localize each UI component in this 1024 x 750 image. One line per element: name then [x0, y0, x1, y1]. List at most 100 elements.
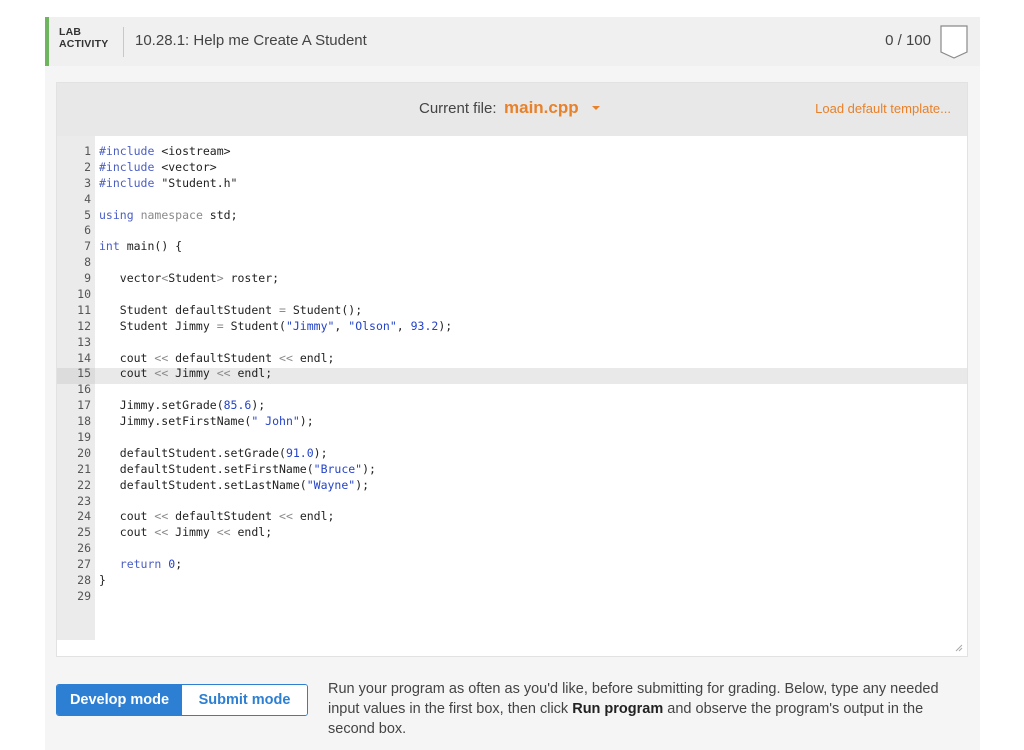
code-token: defaultStudent [168, 509, 280, 524]
code-text-area[interactable]: 1 #include <iostream> 2 #include <vector> 3 #… [57, 136, 967, 656]
code-token: Jimmy [168, 366, 217, 381]
line-number: 28 [77, 573, 91, 588]
code-line: 7 int main() { [57, 239, 967, 255]
code-line: 10 [57, 287, 967, 303]
code-token: int [99, 239, 120, 254]
line-number: 8 [84, 255, 91, 270]
develop-mode-button[interactable]: Develop mode [57, 685, 182, 715]
code-line: 5 using namespace std; [57, 208, 967, 224]
current-file-label: Current file: [419, 100, 497, 117]
code-token: , [334, 318, 349, 333]
code-token: cout [99, 350, 155, 365]
code-token: << [154, 525, 169, 540]
code-token: cout [99, 509, 155, 524]
code-line: 20 defaultStudent.setGrade(91.0); [57, 446, 967, 462]
code-token: "Bruce" [313, 461, 363, 476]
line-number: 16 [77, 382, 91, 397]
line-number: 1 [84, 144, 91, 158]
code-source: } [99, 573, 106, 589]
line-number: 26 [77, 541, 91, 556]
code-token: "Student.h" [154, 175, 238, 190]
code-token: defaultStudent.setLastName( [99, 477, 307, 492]
code-line: 11 Student defaultStudent = Student(); [57, 303, 967, 319]
code-line: 6 [57, 223, 967, 239]
code-token: defaultStudent [168, 350, 280, 365]
line-number: 15 [77, 366, 91, 381]
line-number: 29 [77, 588, 91, 603]
code-token: "Wayne" [306, 477, 356, 492]
code-token: << [216, 525, 231, 540]
code-line: 12 Student Jimmy = Student("Jimmy", "Ols… [57, 319, 967, 335]
line-number: 18 [77, 414, 91, 429]
lab-label-line2: ACTIVITY [59, 38, 109, 50]
code-line: 4 [57, 192, 967, 208]
line-number: 5 [84, 207, 91, 222]
code-token: #include [99, 159, 155, 174]
code-source: defaultStudent.setFirstName("Bruce"); [99, 462, 376, 478]
code-line: 27 return 0; [57, 557, 967, 573]
code-token: << [279, 350, 293, 365]
code-line: 24 cout << defaultStudent << endl; [57, 509, 967, 525]
code-line: 16 [57, 382, 967, 398]
code-line: 28} [57, 573, 967, 589]
code-token: endl; [230, 525, 273, 540]
lab-header: LAB ACTIVITY 10.28.1: Help me Create A S… [45, 17, 980, 66]
code-token: ); [438, 318, 453, 333]
code-token: main() { [119, 239, 183, 254]
code-token: , [396, 318, 411, 333]
code-token: > [216, 271, 224, 286]
code-token: ); [299, 414, 314, 429]
code-token: << [154, 350, 169, 365]
code-token: << [154, 509, 169, 524]
code-token: ); [362, 461, 376, 476]
code-token: } [99, 573, 106, 588]
code-token: cout [99, 525, 155, 540]
score-text: 0 / 100 [885, 32, 931, 49]
submit-mode-button[interactable]: Submit mode [182, 685, 307, 715]
score-badge-icon [940, 25, 968, 59]
line-number: 27 [77, 557, 91, 572]
code-source: cout << defaultStudent << endl; [99, 350, 335, 367]
caret-down-icon[interactable] [588, 103, 604, 113]
line-number: 24 [77, 509, 91, 524]
load-default-template-link[interactable]: Load default template... [815, 101, 951, 116]
code-token: endl; [292, 350, 335, 365]
code-line: 23 [57, 494, 967, 510]
code-line: 26 [57, 541, 967, 557]
code-line: 13 [57, 335, 967, 351]
code-token: Student defaultStudent [99, 302, 280, 317]
code-line: 15 cout << Jimmy << endl; [57, 366, 967, 382]
code-source: defaultStudent.setLastName("Wayne"); [99, 478, 369, 494]
file-select[interactable]: main.cpp [504, 98, 579, 118]
code-token: endl; [230, 366, 273, 381]
lab-label-line1: LAB [59, 26, 82, 38]
code-token: << [154, 366, 169, 381]
code-line: 9 vector<Student> roster; [57, 271, 967, 287]
code-token: ); [251, 398, 266, 413]
code-token: = [279, 302, 286, 317]
instructions-run-program: Run program [572, 701, 664, 717]
code-line: 18 Jimmy.setFirstName(" John"); [57, 414, 967, 430]
code-source: vector<Student> roster; [99, 271, 279, 287]
code-token: #include [99, 144, 155, 158]
code-token: " John" [251, 414, 300, 429]
code-token: Student( [223, 318, 286, 333]
code-source: #include <iostream> [99, 144, 231, 160]
code-token: endl; [292, 509, 335, 524]
line-number: 9 [84, 271, 91, 286]
code-source: cout << Jimmy << endl; [99, 366, 272, 382]
code-token: vector [99, 271, 162, 286]
code-source: Student defaultStudent = Student(); [99, 303, 362, 319]
resize-grip-icon[interactable] [955, 644, 963, 652]
code-line: 22 defaultStudent.setLastName("Wayne"); [57, 478, 967, 494]
code-line: 8 [57, 255, 967, 271]
line-number: 14 [77, 350, 91, 365]
code-line: 3 #include "Student.h" [57, 176, 967, 192]
line-number: 12 [77, 318, 91, 333]
line-number: 7 [84, 239, 91, 254]
code-token: Jimmy.setFirstName( [99, 414, 252, 429]
code-source: cout << Jimmy << endl; [99, 525, 272, 541]
code-line: 14 cout << defaultStudent << endl; [57, 351, 967, 367]
code-line: 29 [57, 589, 967, 605]
